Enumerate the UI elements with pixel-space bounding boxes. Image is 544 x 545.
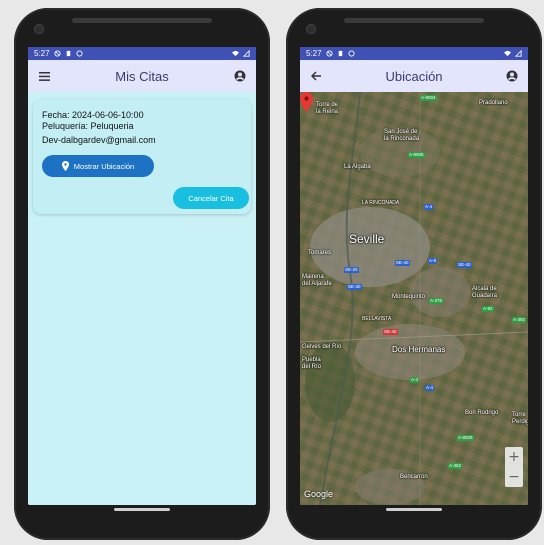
menu-button[interactable]: [36, 68, 52, 84]
map-label-alcala: Alcalá de Guadaíra: [472, 286, 498, 299]
appointment-card: Fecha: 2024-06-06-10:00 Peluquería: Pelu…: [33, 99, 251, 214]
road-shield: A-362: [448, 463, 463, 469]
sync-icon: [348, 50, 355, 57]
map-label-bellavista: BELLAVISTA: [362, 316, 392, 322]
zoom-in-button[interactable]: +: [508, 449, 520, 465]
app-bar: Mis Citas: [28, 60, 256, 92]
road-shield: SE-40: [383, 329, 398, 335]
map-label-torre: Torre de la Reina: [316, 102, 339, 115]
map-label-dos-hermanas: Dos Hermanas: [392, 345, 446, 354]
account-button[interactable]: [232, 68, 248, 84]
account-button[interactable]: [504, 68, 520, 84]
right-phone: 5:27 Ubicación Torre de la Reina Pradoll…: [286, 8, 542, 540]
no-disturb-icon: [54, 50, 61, 57]
hamburger-menu-icon: [38, 71, 50, 81]
battery-icon: [243, 50, 250, 57]
arrow-back-icon: [310, 71, 321, 81]
appointment-email: Dev-dalbgardev@gmail.com: [42, 135, 156, 145]
road-shield: A-8029: [457, 435, 474, 441]
appointments-list: Fecha: 2024-06-06-10:00 Peluquería: Pelu…: [28, 92, 256, 505]
gesture-bar[interactable]: [386, 508, 442, 511]
map-label-tomares: Tomares: [308, 250, 332, 256]
road-shield: SE-40: [457, 262, 472, 268]
road-shield: A-4: [424, 204, 434, 210]
map-label-pradollano: Pradollano: [479, 100, 508, 106]
map-label-torre-perdig: TorrePerdig.: [512, 412, 528, 425]
map-label-rinconada: LA RINCONADA: [362, 200, 400, 206]
road-shield: SE-30: [347, 284, 362, 290]
speaker-grille: [344, 18, 484, 23]
cancel-appointment-button[interactable]: Cancelar Cita: [173, 187, 249, 209]
page-title: Ubicación: [385, 68, 443, 84]
road-shield: A-92: [482, 306, 494, 312]
app-bar: Ubicación: [300, 60, 528, 92]
page-title: Mis Citas: [115, 68, 169, 84]
road-shield: A-8: [428, 258, 438, 264]
road-shield: SE-40: [395, 260, 410, 266]
wifi-icon: [504, 50, 511, 57]
zoom-out-button[interactable]: −: [508, 469, 520, 485]
zoom-controls: + −: [505, 447, 523, 487]
map-label-mairena: Mairena del Aljarafe: [302, 274, 332, 287]
appointment-date: Fecha: 2024-06-06-10:00: [42, 110, 144, 120]
cancel-appointment-label: Cancelar Cita: [188, 193, 234, 203]
road-shield: A-4: [410, 377, 420, 383]
map-label-gelves: Gelves del Río: [302, 344, 342, 350]
speaker-grille: [72, 18, 212, 23]
road-shield: SE-20: [344, 267, 359, 273]
show-location-button[interactable]: Mostrar Ubicación: [42, 155, 154, 177]
google-logo: Google: [304, 489, 334, 499]
status-bar: 5:27: [28, 47, 256, 60]
map-label-puebla: Puebla del Río: [302, 357, 322, 370]
status-time: 5:27: [306, 49, 322, 58]
front-camera: [306, 24, 316, 34]
left-phone: 5:27 Mis Citas Fecha: 2024-06-06-10:00 P…: [14, 8, 270, 540]
map-label-san-jose: San José de la Rinconada: [384, 129, 420, 142]
status-bar: 5:27: [300, 47, 528, 60]
map-marker-icon[interactable]: [300, 92, 313, 112]
account-circle-icon: [234, 70, 246, 82]
appointment-salon: Peluquería: Peluqueria: [42, 121, 134, 131]
road-shield: A-392: [512, 317, 527, 323]
map-label-montequinto: Montequinto: [392, 294, 426, 300]
map-label-seville: Seville: [349, 232, 385, 246]
right-screen: 5:27 Ubicación Torre de la Reina Pradoll…: [300, 47, 528, 505]
sync-icon: [76, 50, 83, 57]
road-shield: A-8004: [420, 95, 437, 101]
road-shield: A-4: [425, 385, 435, 391]
no-disturb-icon: [326, 50, 333, 57]
location-pin-icon: [61, 161, 69, 171]
account-circle-icon: [506, 70, 518, 82]
front-camera: [34, 24, 44, 34]
show-location-label: Mostrar Ubicación: [73, 161, 135, 171]
left-screen: 5:27 Mis Citas Fecha: 2024-06-06-10:00 P…: [28, 47, 256, 505]
status-time: 5:27: [34, 49, 50, 58]
road-shield: A-8006: [408, 152, 425, 158]
sd-card-icon: [338, 50, 342, 57]
map-label-bon-rodrigo: Bon Rodrigo: [465, 410, 499, 416]
wifi-icon: [232, 50, 239, 57]
back-button[interactable]: [308, 68, 324, 84]
satellite-map[interactable]: Torre de la Reina Pradollano San José de l…: [300, 92, 528, 505]
battery-icon: [515, 50, 522, 57]
map-label-bencarron: Bencarrón: [400, 474, 428, 480]
sd-card-icon: [66, 50, 70, 57]
map-label-algaba: La Algaba: [344, 164, 371, 170]
gesture-bar[interactable]: [114, 508, 170, 511]
road-shield: A-376: [429, 298, 444, 304]
